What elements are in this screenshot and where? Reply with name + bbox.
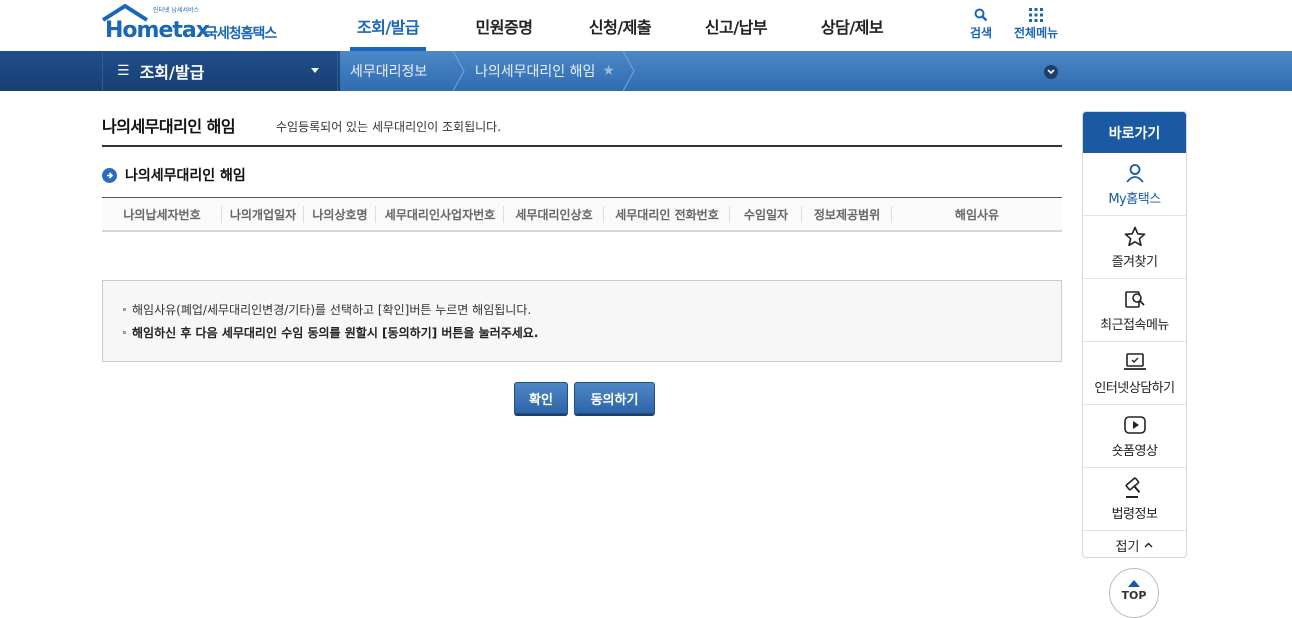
agent-grid-header: 나의납세자번호 나의개업일자 나의상호명 세무대리인사업자번호 세무대리인상호 … bbox=[102, 197, 1062, 232]
page-title: 나의세무대리인 해임 bbox=[102, 117, 236, 136]
quick-item-law-info[interactable]: 법령정보 bbox=[1083, 468, 1186, 531]
gnb-item-filing[interactable]: 신고/납부 bbox=[678, 0, 794, 51]
column-header[interactable]: 정보제공범위 bbox=[802, 198, 892, 231]
top-label: TOP bbox=[1121, 589, 1147, 602]
hometax-logo[interactable]: 인터넷 납세서비스 Hometax 국세청홈택스 bbox=[101, 4, 286, 46]
page-description: 수임등록되어 있는 세무대리인이 조회됩니다. bbox=[276, 120, 502, 134]
depth1-menu-label: 조회/발급 bbox=[139, 63, 205, 82]
depth1-menu-dropdown[interactable]: ☰ 조회/발급 bbox=[102, 51, 338, 91]
logo-brand: Hometax bbox=[105, 18, 210, 43]
quick-item-short-video[interactable]: 숏폼영상 bbox=[1083, 405, 1186, 468]
bullet-icon bbox=[123, 308, 126, 311]
search-button[interactable]: 검색 bbox=[970, 6, 992, 41]
notice-line: 해임사유(폐업/세무대리인변경/기타)를 선택하고 [확인]버튼 누르면 해임됩… bbox=[123, 298, 1061, 321]
global-nav: 조회/발급 민원증명 신청/제출 신고/납부 상담/제보 bbox=[330, 0, 910, 51]
quick-item-label: 즐겨찾기 bbox=[1111, 255, 1158, 270]
gnb-item-inquiry[interactable]: 조회/발급 bbox=[330, 0, 446, 51]
hamburger-icon: ☰ bbox=[117, 63, 130, 79]
chevron-up-icon bbox=[1144, 540, 1153, 551]
quick-menu-title: 바로가기 bbox=[1083, 112, 1186, 153]
column-header[interactable]: 해임사유 bbox=[892, 198, 1062, 231]
quick-item-my-hometax[interactable]: My홈택스 bbox=[1083, 153, 1186, 216]
all-menu-button[interactable]: 전체메뉴 bbox=[1014, 6, 1058, 41]
breadcrumb-label: 세무대리정보 bbox=[350, 64, 428, 80]
fold-label: 접기 bbox=[1115, 540, 1140, 555]
notice-text: 해임하신 후 다음 세무대리인 수임 동의를 원할시 [동의하기] 버튼을 눌러… bbox=[132, 326, 539, 340]
column-header[interactable]: 세무대리인상호 bbox=[504, 198, 604, 231]
location-bar: ☰ 조회/발급 세무대리정보 나의세무대리인 해임 ★ bbox=[0, 51, 1292, 91]
caret-down-icon bbox=[311, 68, 319, 73]
arrow-up-icon bbox=[1128, 580, 1140, 587]
grid-icon bbox=[1029, 6, 1044, 24]
gnb-item-consult[interactable]: 상담/제보 bbox=[794, 0, 910, 51]
section-title: 나의세무대리인 해임 bbox=[102, 165, 246, 185]
logo-korean: 국세청홈택스 bbox=[205, 26, 277, 42]
page-title-area: 나의세무대리인 해임 수임등록되어 있는 세무대리인이 조회됩니다. bbox=[102, 112, 1062, 147]
column-header[interactable]: 나의상호명 bbox=[304, 198, 376, 231]
top-header: 인터넷 납세서비스 Hometax 국세청홈택스 조회/발급 민원증명 신청/제… bbox=[0, 0, 1292, 51]
action-buttons: 확인 동의하기 bbox=[514, 382, 655, 414]
all-menu-label: 전체메뉴 bbox=[1014, 26, 1059, 40]
notice-line: 해임하신 후 다음 세무대리인 수임 동의를 원할시 [동의하기] 버튼을 눌러… bbox=[123, 321, 1061, 344]
breadcrumb-dismiss-agent[interactable]: 나의세무대리인 해임 ★ bbox=[475, 51, 615, 91]
quick-item-label: 법령정보 bbox=[1111, 507, 1158, 522]
notice-box: 해임사유(폐업/세무대리인변경/기타)를 선택하고 [확인]버튼 누르면 해임됩… bbox=[102, 280, 1062, 362]
confirm-button[interactable]: 확인 bbox=[514, 382, 568, 414]
breadcrumb-current-label: 나의세무대리인 해임 bbox=[475, 64, 596, 80]
gavel-icon bbox=[1123, 476, 1147, 500]
recent-search-icon bbox=[1124, 287, 1146, 311]
breadcrumb-separator-icon bbox=[452, 51, 465, 91]
scroll-top-button[interactable]: TOP bbox=[1109, 568, 1159, 618]
quick-menu-fold-button[interactable]: 접기 bbox=[1083, 531, 1186, 557]
user-icon bbox=[1125, 161, 1145, 185]
column-header[interactable]: 세무대리인사업자번호 bbox=[376, 198, 504, 231]
quick-item-label: 인터넷상담하기 bbox=[1094, 381, 1175, 396]
search-icon bbox=[974, 6, 988, 24]
bullet-icon bbox=[123, 331, 126, 334]
quick-item-label: My홈택스 bbox=[1108, 192, 1161, 207]
quick-item-label: 숏폼영상 bbox=[1111, 444, 1158, 459]
logo-subtext: 인터넷 납세서비스 bbox=[153, 7, 200, 14]
favorite-star-icon[interactable]: ★ bbox=[602, 63, 615, 79]
gnb-item-application[interactable]: 신청/제출 bbox=[562, 0, 678, 51]
column-header[interactable]: 세무대리인 전화번호 bbox=[604, 198, 730, 231]
breadcrumb-tax-agent-info[interactable]: 세무대리정보 bbox=[350, 51, 427, 91]
star-icon bbox=[1124, 224, 1146, 248]
play-icon bbox=[1123, 413, 1147, 437]
agree-button[interactable]: 동의하기 bbox=[574, 382, 655, 414]
gnb-item-certificate[interactable]: 민원증명 bbox=[446, 0, 562, 51]
arrow-right-circle-icon bbox=[102, 167, 117, 183]
quick-item-recent-menu[interactable]: 최근접속메뉴 bbox=[1083, 279, 1186, 342]
laptop-chat-icon bbox=[1123, 350, 1147, 374]
notice-text: 해임사유(폐업/세무대리인변경/기타)를 선택하고 [확인]버튼 누르면 해임됩… bbox=[132, 303, 532, 317]
quick-item-favorites[interactable]: 즐겨찾기 bbox=[1083, 216, 1186, 279]
column-header[interactable]: 나의납세자번호 bbox=[102, 198, 222, 231]
search-label: 검색 bbox=[970, 26, 993, 40]
quick-menu: 바로가기 My홈택스 즐겨찾기 최근접속메뉴 인터넷상담하기 숏폼영상 법령정보… bbox=[1082, 111, 1187, 558]
breadcrumb-separator-icon bbox=[622, 51, 635, 91]
quick-item-label: 최근접속메뉴 bbox=[1100, 318, 1169, 333]
chevron-down-icon[interactable] bbox=[1044, 65, 1058, 79]
section-title-label: 나의세무대리인 해임 bbox=[125, 168, 246, 184]
column-header[interactable]: 수임일자 bbox=[730, 198, 802, 231]
column-header[interactable]: 나의개업일자 bbox=[222, 198, 304, 231]
quick-item-online-consult[interactable]: 인터넷상담하기 bbox=[1083, 342, 1186, 405]
